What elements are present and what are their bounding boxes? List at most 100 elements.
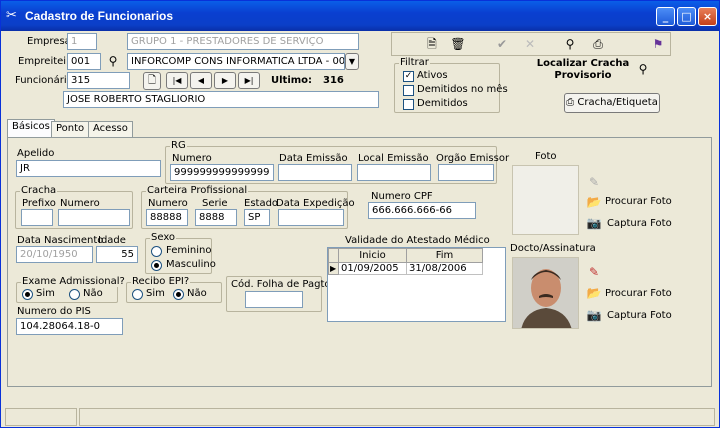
rg-orgao-input[interactable] (438, 164, 494, 181)
exame-title: Exame Admissional? (21, 276, 126, 287)
ctps-expedicao-input[interactable] (278, 209, 344, 226)
folder-icon[interactable]: 📂 (586, 285, 602, 301)
cracha-numero-input[interactable] (58, 209, 130, 226)
cracha-prefixo-input[interactable] (21, 209, 53, 226)
empreiteira-select[interactable]: INFORCOMP CONS INFORMATICA LTDA - 001 (127, 53, 345, 70)
foto-image (512, 165, 579, 235)
rg-local-input[interactable] (357, 164, 431, 181)
tab-acesso[interactable]: Acesso (88, 121, 133, 137)
localizar-cracha-label: Localizar Cracha Provisorio (536, 58, 630, 81)
print-icon: ⎙ (566, 97, 578, 108)
window: ✂ Cadastro de Funcionarios _ □ × Empresa… (0, 0, 720, 428)
atestado-grid[interactable]: Inicio Fim ▶ 01/09/2005 31/08/2006 (327, 247, 506, 322)
next-record-button[interactable]: ▶ (214, 72, 236, 89)
atestado-col-fim[interactable]: Fim (406, 248, 483, 263)
idade-input[interactable]: 55 (96, 246, 138, 263)
person-photo-icon (513, 258, 578, 328)
exame-group: Exame Admissional? Sim Não (16, 276, 126, 303)
ctps-estado-input[interactable]: SP (244, 209, 270, 226)
exit-icon[interactable]: ⚑ (650, 36, 666, 52)
filter-demitidos-mes-checkbox[interactable] (403, 85, 414, 96)
prev-record-button[interactable]: ◀ (190, 72, 212, 89)
sexo-feminino-label: Feminino (166, 245, 212, 256)
cpf-input[interactable]: 666.666.666-66 (368, 202, 476, 219)
filter-ativos-checkbox[interactable]: ✓ (403, 71, 414, 82)
chevron-down-icon[interactable]: ▼ (345, 53, 359, 70)
binoculars-icon[interactable]: ⚲ (635, 61, 651, 77)
cracha-group: Cracha Prefixo Numero (15, 185, 133, 229)
minimize-button[interactable]: _ (656, 7, 675, 26)
filter-title: Filtrar (399, 57, 430, 68)
empreiteira-code-input[interactable]: 001 (67, 53, 101, 70)
maximize-button[interactable]: □ (677, 7, 696, 26)
captura-foto-link[interactable]: Captura Foto (607, 218, 672, 229)
toolbar: 🗎 🗑 ✔ ✕ ⚲ ⎙ ⚑ (391, 32, 671, 56)
first-record-button[interactable]: |◀ (166, 72, 188, 89)
sexo-feminino-radio[interactable] (151, 246, 162, 257)
foto-label: Foto (535, 151, 557, 162)
print-icon[interactable]: ⎙ (590, 36, 606, 52)
recibo-group: Recibo EPI? Sim Não (126, 276, 222, 303)
procurar-docto-link[interactable]: Procurar Foto (605, 288, 672, 299)
row-marker: ▶ (328, 262, 339, 275)
ultimo-label: Ultimo: (271, 75, 313, 86)
exame-sim-radio[interactable] (22, 289, 33, 300)
recibo-sim-radio[interactable] (132, 289, 143, 300)
binoculars-icon[interactable]: ⚲ (562, 36, 578, 52)
camera-icon[interactable]: 📷 (586, 215, 602, 231)
cracha-numero-label: Numero (60, 198, 100, 209)
recibo-nao-radio[interactable] (173, 289, 184, 300)
ctps-title: Carteira Profissional (146, 185, 249, 196)
table-row[interactable]: ▶ 01/09/2005 31/08/2006 (328, 262, 483, 275)
new-doc-icon[interactable]: 🗋 (143, 72, 161, 90)
rg-emissao-input[interactable] (278, 164, 352, 181)
trash-icon[interactable]: 🗑 (450, 36, 466, 52)
camera-icon[interactable]: 📷 (586, 307, 602, 323)
tab-basicos[interactable]: Básicos (7, 119, 55, 139)
rg-orgao-label: Orgão Emissor (436, 153, 510, 164)
binoculars-icon[interactable]: ⚲ (105, 53, 121, 69)
pen-icon[interactable]: ✎ (586, 264, 602, 280)
nascimento-label: Data Nascimento (17, 235, 104, 246)
employee-photo (512, 257, 579, 329)
rg-local-label: Local Emissão (358, 153, 429, 164)
ctps-numero-input[interactable]: 88888 (146, 209, 188, 226)
atestado-fim-cell[interactable]: 31/08/2006 (406, 262, 483, 275)
folder-icon[interactable]: 📂 (586, 194, 602, 210)
sexo-title: Sexo (150, 232, 177, 243)
sexo-masculino-label: Masculino (166, 259, 216, 270)
filter-group: Filtrar ✓ Ativos Demitidos no mês Demiti… (394, 57, 508, 113)
exame-sim-label: Sim (36, 288, 55, 299)
nascimento-input[interactable]: 20/10/1950 (16, 246, 93, 263)
exame-nao-radio[interactable] (69, 289, 80, 300)
pen-icon[interactable]: ✎ (586, 174, 602, 190)
funcionario-code-input[interactable]: 315 (67, 72, 130, 89)
new-doc-icon[interactable]: 🗎 (424, 36, 440, 52)
folha-input[interactable] (245, 291, 303, 308)
filter-demitidos-checkbox[interactable] (403, 99, 414, 110)
atestado-header-row: Inicio Fim (328, 248, 483, 263)
empresa-name-input[interactable]: GRUPO 1 - PRESTADORES DE SERVIÇO (127, 33, 359, 50)
close-button[interactable]: × (698, 7, 717, 26)
procurar-foto-link[interactable]: Procurar Foto (605, 196, 672, 207)
funcionario-name-input[interactable]: JOSE ROBERTO STAGLIORIO (63, 91, 379, 108)
apelido-input[interactable]: JR (16, 160, 161, 177)
sexo-masculino-radio[interactable] (151, 260, 162, 271)
last-record-button[interactable]: ▶| (238, 72, 260, 89)
status-bar-panel-1 (5, 408, 77, 426)
atestado-col-inicio[interactable]: Inicio (338, 248, 407, 263)
rg-numero-input[interactable]: 999999999999999 (170, 164, 274, 181)
check-icon[interactable]: ✔ (494, 36, 510, 52)
ctps-serie-label: Serie (202, 198, 228, 209)
filter-demitidos-label: Demitidos (417, 98, 468, 109)
cracha-etiqueta-button[interactable]: ⎙ Cracha/Etiqueta (564, 93, 660, 113)
tab-ponto[interactable]: Ponto (51, 121, 90, 137)
ultimo-value: 316 (323, 75, 344, 86)
pis-input[interactable]: 104.28064.18-0 (16, 318, 123, 335)
ctps-serie-input[interactable]: 8888 (195, 209, 237, 226)
empresa-code-input[interactable]: 1 (67, 33, 97, 50)
cancel-icon[interactable]: ✕ (522, 36, 538, 52)
captura-docto-link[interactable]: Captura Foto (607, 310, 672, 321)
cracha-prefixo-label: Prefixo (22, 198, 56, 209)
atestado-inicio-cell[interactable]: 01/09/2005 (338, 262, 407, 275)
